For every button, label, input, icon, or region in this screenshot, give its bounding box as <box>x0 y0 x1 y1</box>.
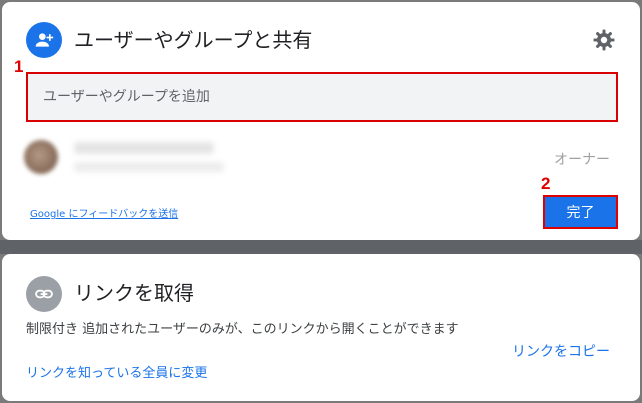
share-dialog: ユーザーやグループと共有 1 オーナー 2 Google にフィードバッ <box>2 2 640 240</box>
link-access-description: 制限付き 追加されたユーザーのみが、このリンクから開くことができます <box>26 320 496 340</box>
change-access-link[interactable]: リンクを知っている全員に変更 <box>26 362 207 381</box>
add-people-input[interactable] <box>28 74 616 120</box>
share-dialog-title: ユーザーやグループと共有 <box>74 28 313 52</box>
gear-icon[interactable] <box>592 28 616 52</box>
member-name-redacted <box>74 142 214 154</box>
get-link-title: リンクを取得 <box>74 281 194 305</box>
member-row: オーナー <box>22 138 622 182</box>
annotation-number-2: 2 <box>541 174 551 193</box>
add-people-field[interactable] <box>26 72 618 122</box>
person-add-icon <box>26 22 62 58</box>
get-link-dialog: リンクを取得 制限付き 追加されたユーザーのみが、このリンクから開くことができま… <box>2 254 640 401</box>
restriction-detail: 追加されたユーザーのみが、このリンクから開くことができます <box>82 322 459 337</box>
link-icon <box>26 276 62 312</box>
restriction-label: 制限付き <box>26 322 79 337</box>
annotation-number-1: 1 <box>14 57 24 76</box>
done-button[interactable]: 完了 <box>543 195 618 229</box>
member-role: オーナー <box>554 152 610 168</box>
send-feedback-link[interactable]: Google にフィードバックを送信 <box>30 205 178 220</box>
dialog-backdrop <box>0 240 642 254</box>
avatar <box>24 140 58 174</box>
copy-link-button[interactable]: リンクをコピー <box>512 341 610 361</box>
member-email-redacted <box>74 162 224 172</box>
